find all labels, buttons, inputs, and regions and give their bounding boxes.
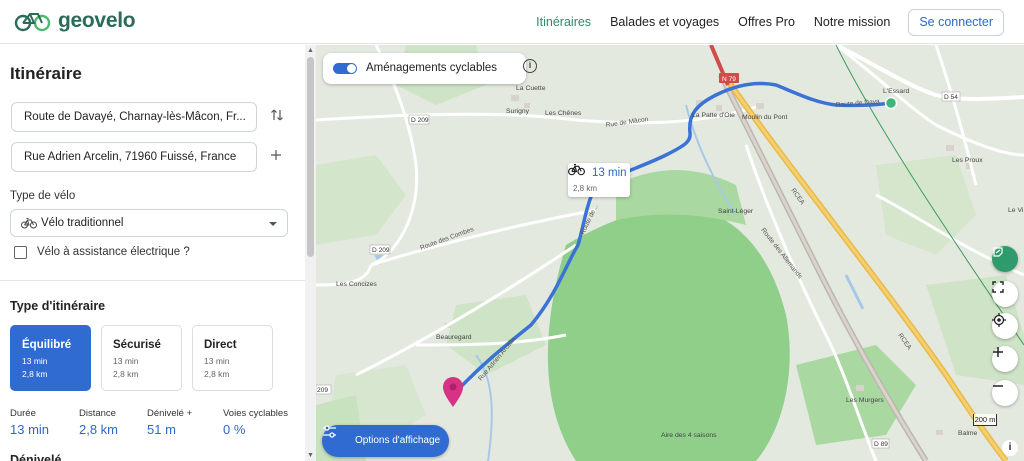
road-label: D 209 (411, 117, 429, 124)
main-nav: Itinéraires Balades et voyages Offres Pr… (517, 8, 1004, 36)
nav-balades[interactable]: Balades et voyages (610, 8, 719, 36)
bike-type-value: Vélo traditionnel (41, 217, 124, 229)
crosshair-icon (992, 313, 1006, 327)
place-label: La Patte d'Oie (692, 112, 735, 119)
route-option-direct[interactable]: Direct 13 min 2,8 km (192, 325, 273, 391)
sidebar-scrollbar[interactable]: ▲ ▼ (305, 45, 316, 461)
place-label: Saint-Léger (718, 208, 754, 215)
option-distance: 2,8 km (113, 369, 139, 379)
report-button[interactable] (992, 246, 1018, 272)
itinerary-sidebar: Itinéraire Route de Davayé, Charnay-lès-… (0, 45, 316, 461)
edit-map-icon (993, 247, 1003, 257)
stat-duration-label: Durée (10, 408, 36, 419)
stat-elevation-label: Dénivelé + (147, 408, 193, 419)
option-time: 13 min (22, 356, 48, 366)
route-time: 13 min (592, 167, 627, 179)
login-button[interactable]: Se connecter (908, 8, 1004, 36)
zoom-in-button[interactable] (992, 346, 1018, 372)
destination-input[interactable]: Rue Adrien Arcelin, 71960 Fuissé, France (11, 142, 257, 172)
chevron-down-icon (269, 222, 277, 226)
place-label: L'Essard (883, 88, 909, 95)
stat-distance-value: 2,8 km (79, 422, 119, 437)
place-label: Surigny (506, 108, 530, 115)
place-label: Les Proux (952, 157, 983, 164)
swap-icon[interactable] (270, 108, 284, 126)
place-label: Le Vi (1008, 207, 1024, 214)
section-divider (0, 280, 305, 281)
place-label: Aire des 4 saisons (661, 432, 717, 439)
stat-duration-value: 13 min (10, 422, 50, 437)
road-label: D 89 (874, 441, 888, 448)
option-distance: 2,8 km (204, 369, 230, 379)
option-time: 13 min (113, 356, 139, 366)
info-icon[interactable]: i (523, 59, 537, 73)
route-option-balanced[interactable]: Équilibré 13 min 2,8 km (10, 325, 91, 391)
scroll-thumb[interactable] (307, 57, 314, 257)
bike-icon (21, 218, 37, 229)
option-name: Sécurisé (113, 339, 161, 351)
geovelo-logo[interactable]: geovelo (14, 9, 136, 33)
place-label: Les Chênes (545, 110, 582, 117)
map-canvas[interactable]: N 79 D 54 D 209 D 209 209 D 89 RCEA RCEA… (316, 45, 1024, 461)
option-distance: 2,8 km (22, 369, 48, 379)
display-options-button[interactable]: Options d'affichage (322, 425, 449, 457)
route-map[interactable]: N 79 D 54 D 209 D 209 209 D 89 RCEA RCEA… (316, 45, 1024, 461)
locate-button[interactable] (992, 313, 1018, 339)
option-name: Direct (204, 339, 237, 351)
elevation-heading: Dénivelé (10, 453, 62, 461)
place-label: Balme (958, 430, 977, 437)
place-label: Les Murgers (846, 397, 884, 404)
road-label: 209 (317, 387, 328, 394)
scroll-down-icon[interactable]: ▼ (307, 452, 314, 459)
option-time: 13 min (204, 356, 230, 366)
stat-elevation-value: 51 m (147, 422, 176, 437)
road-label: D 209 (372, 247, 390, 254)
bike-logo-icon (14, 13, 51, 32)
road-label: D 54 (944, 94, 958, 101)
brand-name: geovelo (58, 9, 136, 32)
route-start-marker[interactable] (884, 96, 898, 110)
map-scale: 200 m (973, 414, 997, 426)
scroll-up-icon[interactable]: ▲ (307, 47, 314, 54)
sliders-icon (323, 425, 336, 438)
origin-input[interactable]: Route de Davayé, Charnay-lès-Mâcon, Fr..… (11, 102, 257, 132)
cycle-lanes-toggle[interactable]: Aménagements cyclables (323, 53, 526, 84)
place-label: Moulin du Pont (742, 114, 787, 121)
ebike-label: Vélo à assistance électrique ? (37, 246, 190, 258)
ebike-checkbox[interactable] (14, 246, 27, 259)
add-step-icon[interactable] (270, 148, 282, 165)
road-label: N 79 (722, 76, 736, 83)
route-distance: 2,8 km (573, 184, 598, 193)
fullscreen-button[interactable] (992, 281, 1018, 307)
sidebar-title: Itinéraire (10, 64, 82, 83)
toggle-switch[interactable] (333, 63, 357, 74)
stat-cycleways-label: Voies cyclables (223, 408, 288, 419)
place-label: Beauregard (436, 334, 472, 341)
stat-distance-label: Distance (79, 408, 116, 419)
zoom-out-button[interactable] (992, 380, 1018, 406)
plus-icon (993, 347, 1003, 357)
bike-type-select[interactable]: Vélo traditionnel (10, 209, 288, 237)
route-option-safe[interactable]: Sécurisé 13 min 2,8 km (101, 325, 182, 391)
cycle-lanes-label: Aménagements cyclables (366, 62, 498, 74)
bike-type-label: Type de vélo (10, 190, 76, 202)
display-options-label: Options d'affichage (355, 435, 441, 446)
fullscreen-icon (992, 281, 1004, 293)
place-label: La Cuette (516, 85, 546, 92)
nav-itineraires[interactable]: Itinéraires (536, 8, 591, 36)
minus-icon (993, 385, 1003, 387)
option-name: Équilibré (22, 339, 72, 351)
route-summary-tag[interactable]: 13 min 2,8 km (568, 163, 630, 197)
bike-icon (568, 164, 585, 176)
stat-cycleways-value: 0 % (223, 422, 246, 437)
top-header: geovelo Itinéraires Balades et voyages O… (0, 0, 1024, 44)
attribution-button[interactable]: i (1002, 440, 1018, 456)
nav-offres-pro[interactable]: Offres Pro (738, 8, 795, 36)
place-label: Les Concizes (336, 281, 377, 288)
nav-notre-mission[interactable]: Notre mission (814, 8, 890, 36)
route-type-title: Type d'itinéraire (10, 299, 106, 313)
